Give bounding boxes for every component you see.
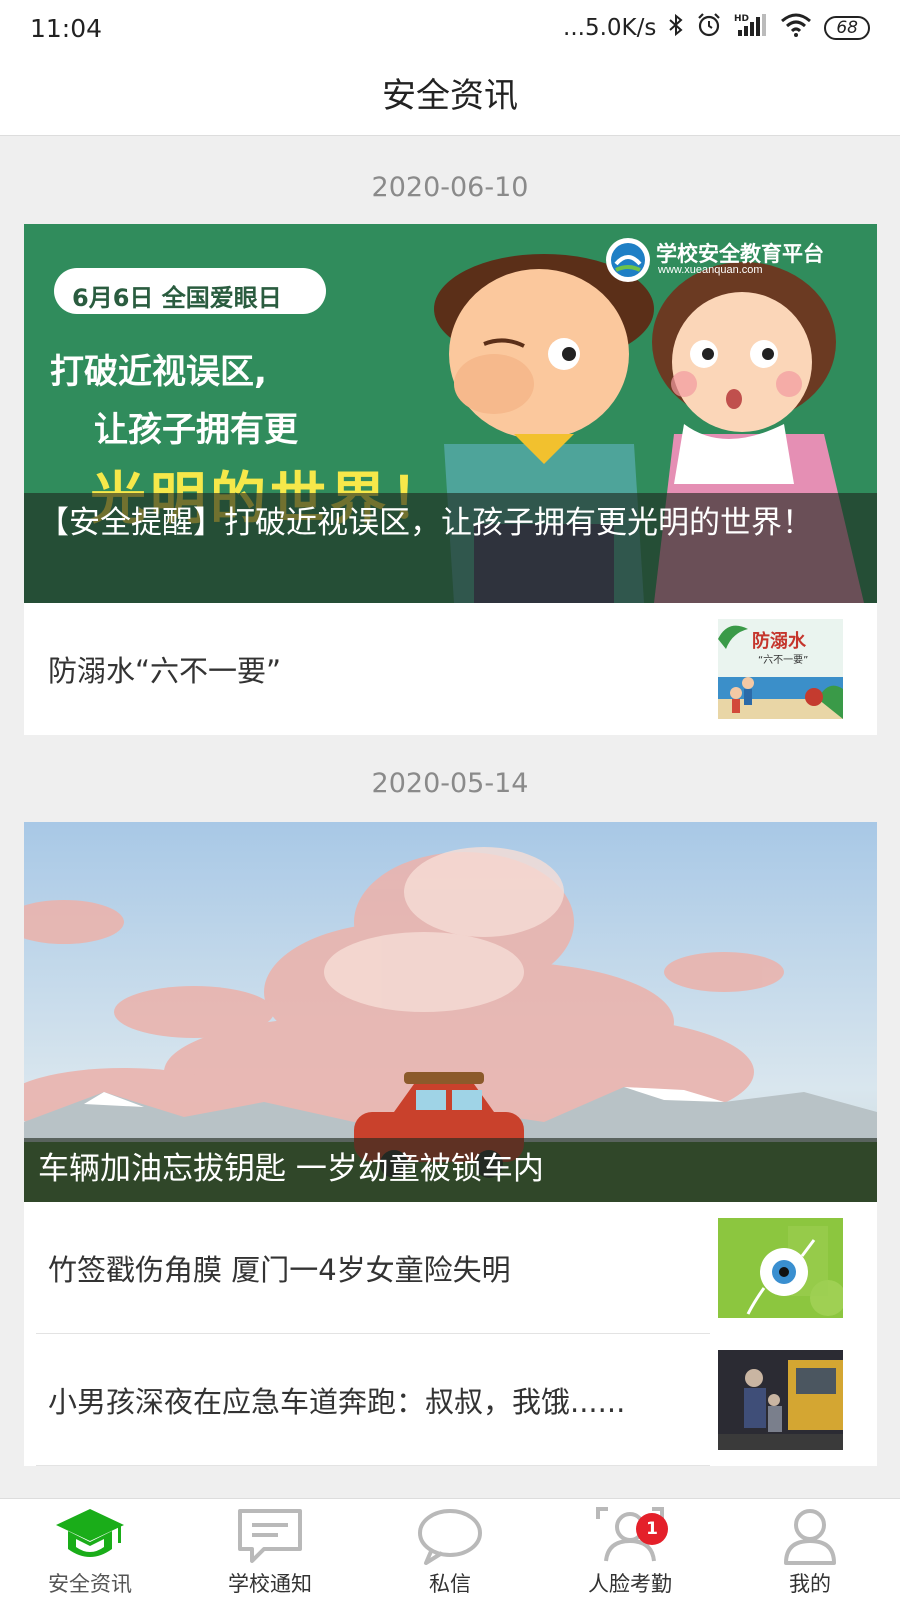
news-item-title: 防溺水“六不一要” xyxy=(48,654,282,688)
graduation-cap-icon xyxy=(56,1509,124,1557)
bluetooth-icon xyxy=(668,13,684,43)
news-item-title: 小男孩深夜在应急车道奔跑：叔叔，我饿...... xyxy=(48,1385,626,1419)
thumbnail-subtitle: “六不一要” xyxy=(758,655,809,666)
message-box-icon xyxy=(238,1509,302,1563)
date-header: 2020-05-14 xyxy=(371,768,529,799)
alarm-icon xyxy=(696,12,722,44)
banner-line-1: 打破近视误区, xyxy=(50,352,267,392)
news-item-thumbnail xyxy=(718,1218,843,1318)
tab-label: 学校通知 xyxy=(228,1572,312,1596)
news-list-item[interactable]: 小男孩深夜在应急车道奔跑：叔叔，我饿...... xyxy=(24,1334,877,1466)
news-list-item[interactable]: 竹签戳伤角膜 厦门一4岁女童险失明 xyxy=(24,1202,877,1334)
page-title: 安全资讯 xyxy=(0,56,900,136)
bottom-tab-bar: 安全资讯 学校通知 私信 1 人脸考勤 我的 xyxy=(0,1498,900,1600)
tab-school-notice[interactable]: 学校通知 xyxy=(180,1499,360,1600)
tab-label: 安全资讯 xyxy=(48,1572,132,1596)
banner-line-2: 让孩子拥有更 xyxy=(94,410,298,450)
news-item-thumbnail xyxy=(718,1350,843,1450)
tab-safety-news[interactable]: 安全资讯 xyxy=(0,1499,180,1600)
platform-logo-url: www.xueanquan.com xyxy=(658,264,763,276)
battery-icon: 68 xyxy=(824,16,870,40)
user-icon xyxy=(784,1509,836,1565)
tab-private-message[interactable]: 私信 xyxy=(360,1499,540,1600)
chat-bubble-icon xyxy=(418,1509,482,1565)
news-card: 车辆加油忘拔钥匙 一岁幼童被锁车内 竹签戳伤角膜 厦门一4岁女童险失明 小男孩深… xyxy=(24,822,877,1466)
list-divider xyxy=(36,1465,710,1466)
svg-text:HD: HD xyxy=(734,14,749,24)
featured-article[interactable]: 车辆加油忘拔钥匙 一岁幼童被锁车内 xyxy=(24,822,877,1202)
tab-label: 私信 xyxy=(429,1572,471,1596)
signal-icon: HD xyxy=(734,12,768,44)
banner-tag: 6月6日 全国爱眼日 xyxy=(72,284,282,312)
featured-article-title: 【安全提醒】打破近视误区，让孩子拥有更光明的世界！ xyxy=(24,493,877,603)
featured-article[interactable]: 6月6日 全国爱眼日 打破近视误区, 让孩子拥有更 光明的世界！ 学校安全教育平… xyxy=(24,224,877,603)
news-item-thumbnail: 防溺水 “六不一要” xyxy=(718,619,843,719)
tab-profile[interactable]: 我的 xyxy=(720,1499,900,1600)
news-card: 6月6日 全国爱眼日 打破近视误区, 让孩子拥有更 光明的世界！ 学校安全教育平… xyxy=(24,224,877,735)
notification-badge: 1 xyxy=(636,1513,668,1545)
thumbnail-title: 防溺水 xyxy=(752,631,806,652)
status-time: 11:04 xyxy=(30,13,103,43)
date-header: 2020-06-10 xyxy=(371,172,529,203)
status-bar: 11:04 ...5.0K/s HD 68 xyxy=(0,0,900,56)
news-list-item[interactable]: 防溺水“六不一要” 防溺水 “六不一要” xyxy=(24,603,877,735)
wifi-icon xyxy=(780,12,812,44)
tab-face-attendance[interactable]: 1 人脸考勤 xyxy=(540,1499,720,1600)
status-icons: ...5.0K/s HD 68 xyxy=(563,12,870,44)
tab-label: 我的 xyxy=(789,1572,831,1596)
tab-label: 人脸考勤 xyxy=(588,1572,672,1596)
network-speed: ...5.0K/s xyxy=(563,15,657,41)
featured-article-title: 车辆加油忘拔钥匙 一岁幼童被锁车内 xyxy=(24,1138,877,1202)
news-feed[interactable]: 2020-06-10 6月6日 全国爱眼日 打破近视误区, 让孩子拥有更 学校安… xyxy=(0,136,900,1498)
news-item-title: 竹签戳伤角膜 厦门一4岁女童险失明 xyxy=(48,1253,511,1287)
